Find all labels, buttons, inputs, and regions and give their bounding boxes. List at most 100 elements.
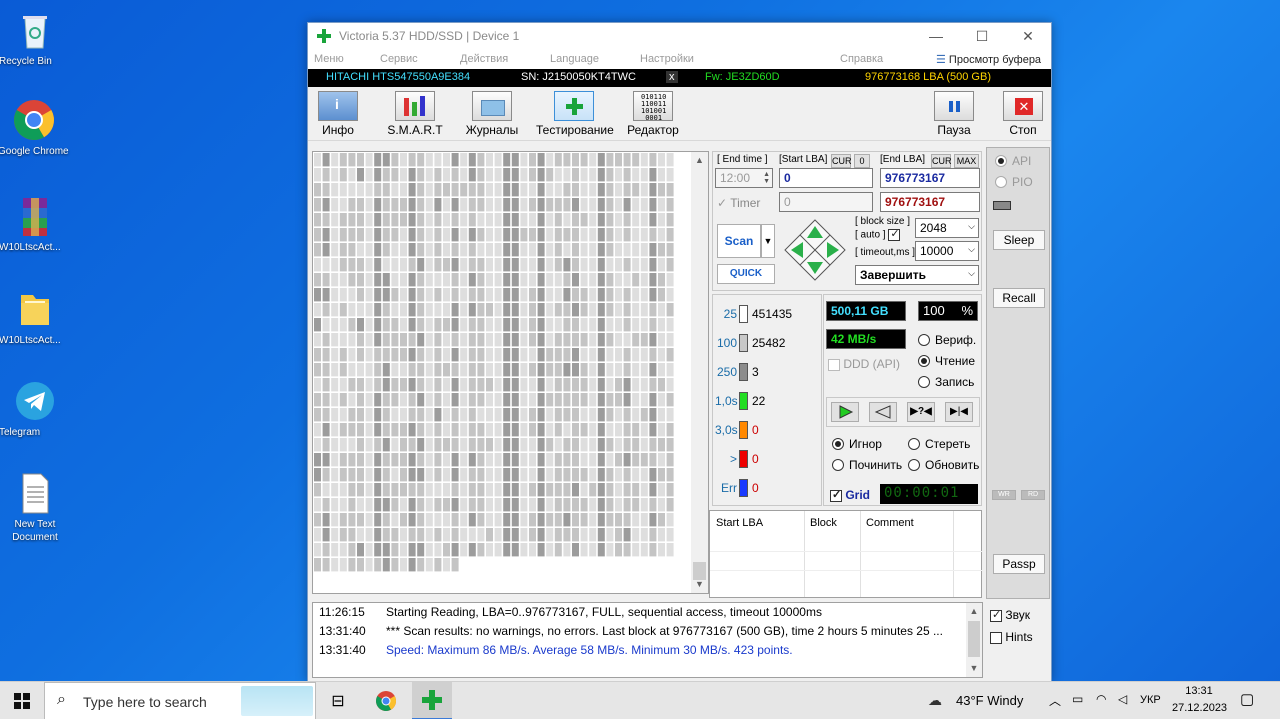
pause-button[interactable]: Пауза (932, 91, 976, 137)
auto-checkbox[interactable] (888, 227, 901, 241)
tray-chevron-up-icon[interactable]: ︿ (1049, 692, 1061, 709)
api-radio[interactable]: API (995, 154, 1031, 168)
refresh-radio[interactable]: Обновить (908, 458, 979, 472)
repair-radio[interactable]: Починить (832, 458, 902, 472)
block-cell (443, 543, 450, 557)
block-cell (494, 468, 502, 482)
logs-button[interactable]: Журналы (465, 91, 519, 137)
desktop-icon-text-document[interactable]: New Text Document (0, 471, 71, 543)
start-lba-field[interactable]: 0 (779, 168, 873, 188)
sleep-button[interactable]: Sleep (993, 230, 1045, 250)
menu-item-settings[interactable]: Настройки (640, 53, 694, 65)
start-button[interactable] (0, 682, 44, 719)
skip-end-icon[interactable]: ▶|◀ (945, 402, 973, 422)
block-cell (477, 348, 485, 362)
passp-button[interactable]: Passp (993, 554, 1045, 574)
end-max-button[interactable]: MAX (954, 154, 979, 168)
testing-button[interactable]: Тестирование (536, 91, 614, 137)
block-cell (658, 333, 665, 347)
grid-checkbox[interactable]: Grid (830, 488, 870, 502)
drive-model[interactable]: HITACHI HTS547550A9E384 (326, 71, 470, 83)
finish-action-select[interactable]: Завершить ⌵ (855, 265, 979, 285)
log-scrollbar[interactable]: ▲ ▼ (966, 603, 982, 677)
ddd-api-checkbox[interactable]: DDD (API) (828, 357, 900, 371)
volume-icon[interactable]: ◁ (1118, 692, 1127, 706)
menu-item-actions[interactable]: Действия (460, 53, 508, 65)
quick-button[interactable]: QUICK (717, 264, 775, 284)
scan-button[interactable]: Scan (717, 224, 761, 258)
pio-radio[interactable]: PIO (995, 175, 1033, 189)
scroll-down-icon[interactable]: ▼ (691, 576, 708, 593)
erase-radio[interactable]: Стереть (908, 437, 970, 451)
search-box[interactable]: ⌕ Type here to search (44, 682, 316, 719)
block-cell (649, 258, 657, 272)
block-cell (322, 288, 330, 302)
read-radio[interactable]: Чтение (918, 354, 975, 368)
hints-checkbox[interactable]: Hints (990, 630, 1033, 644)
weather-widget[interactable]: 43°F Windy (956, 693, 1023, 708)
end-cur-button[interactable]: CUR (931, 154, 952, 168)
info-button[interactable]: i Инфо (316, 91, 360, 137)
desktop-icon-recycle-bin[interactable]: Recycle Bin (0, 8, 71, 67)
drive-close-x[interactable]: x (666, 71, 678, 83)
desktop-icon-winrar[interactable]: W10LtscAct... (0, 194, 71, 253)
block-cell (391, 273, 399, 287)
taskbar-victoria-icon[interactable] (412, 682, 452, 719)
notifications-icon[interactable]: ▢ (1240, 690, 1254, 708)
end-lba-field[interactable]: 976773167 (880, 168, 980, 188)
sound-checkbox[interactable]: Звук (990, 608, 1030, 622)
timeout-select[interactable]: 10000 ⌵ (915, 241, 979, 261)
title-bar[interactable]: Victoria 5.37 HDD/SSD | Device 1 — ☐ ✕ (308, 23, 1051, 49)
buffer-view-button[interactable]: ☰ Просмотр буфера (936, 53, 1041, 66)
log-entry: 13:31:40 Speed: Maximum 86 MB/s. Average … (313, 643, 793, 662)
clock-time[interactable]: 13:31 (1172, 685, 1226, 697)
end-time-field[interactable]: 12:00 ▲ ▼ (715, 168, 773, 188)
scroll-up-icon[interactable]: ▲ (966, 603, 982, 620)
menu-item-service[interactable]: Сервис (380, 53, 418, 65)
timer-field[interactable]: 0 (779, 192, 873, 212)
close-button[interactable]: ✕ (1005, 23, 1051, 49)
editor-button[interactable]: 010110 110011 101001 0001 Редактор (626, 91, 680, 137)
scroll-up-icon[interactable]: ▲ (691, 152, 708, 169)
col-comment[interactable]: Comment (866, 517, 914, 529)
timer-checkbox[interactable]: ✓ Timer (717, 196, 760, 210)
stop-button[interactable]: ✕ Стоп (1001, 91, 1045, 137)
menu-item-help[interactable]: Справка (840, 53, 883, 65)
start-cur-button[interactable]: CUR (831, 154, 852, 168)
col-start-lba[interactable]: Start LBA (716, 517, 763, 529)
start-zero-button[interactable]: 0 (854, 154, 870, 168)
end-lba-field-2[interactable]: 976773167 (880, 192, 980, 212)
col-block[interactable]: Block (810, 517, 837, 529)
recall-button[interactable]: Recall (993, 288, 1045, 308)
jump-to-icon[interactable]: ▶?◀ (907, 402, 935, 422)
maximize-button[interactable]: ☐ (959, 23, 1005, 49)
tray-device-icon[interactable]: ▭ (1072, 692, 1083, 706)
desktop-icon-folder[interactable]: W10LtscAct... (0, 287, 71, 346)
log-scroll-thumb[interactable] (968, 621, 980, 657)
desktop-icon-telegram[interactable]: Telegram (0, 379, 71, 438)
desktop-icon-chrome[interactable]: Google Chrome (0, 98, 70, 157)
menu-item-language[interactable]: Language (550, 53, 599, 65)
ignore-radio[interactable]: Игнор (832, 437, 882, 451)
latency-count: 0 (752, 481, 759, 495)
menu-item-menu[interactable]: Меню (314, 53, 344, 65)
taskbar-chrome-icon[interactable] (366, 682, 406, 719)
rewind-icon[interactable] (869, 402, 897, 422)
task-view-icon[interactable]: ⊟ (320, 682, 356, 719)
verify-radio[interactable]: Вериф. (918, 333, 976, 347)
clock-date[interactable]: 27.12.2023 (1172, 702, 1227, 714)
minimize-button[interactable]: — (913, 23, 959, 49)
smart-button[interactable]: S.M.A.R.T (386, 91, 444, 137)
direction-pad[interactable] (783, 218, 847, 282)
block-cell (520, 198, 528, 212)
block-cell (451, 183, 459, 197)
grid-scrollbar[interactable]: ▲ ▼ (691, 152, 708, 593)
block-size-select[interactable]: 2048 ⌵ (915, 218, 979, 238)
wifi-icon[interactable]: ◠ (1096, 692, 1106, 706)
play-icon[interactable] (831, 402, 859, 422)
language-indicator[interactable]: УКР (1140, 694, 1161, 706)
scan-dropdown-icon[interactable]: ▼ (761, 224, 775, 258)
block-cell (649, 438, 657, 452)
write-radio[interactable]: Запись (918, 375, 974, 389)
scroll-down-icon[interactable]: ▼ (966, 660, 982, 677)
